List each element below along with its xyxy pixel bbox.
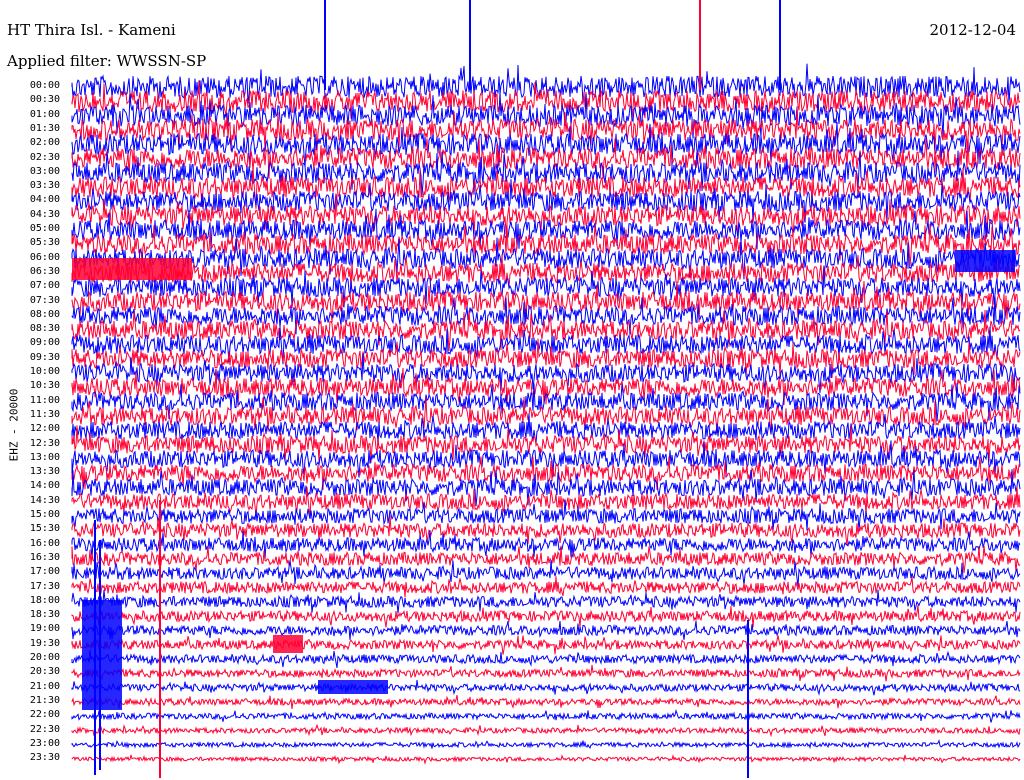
time-label: 13:00: [29, 451, 60, 463]
time-label: 08:00: [29, 308, 60, 320]
event-burst: [955, 250, 1015, 272]
time-label: 04:00: [29, 194, 60, 206]
time-label: 14:00: [29, 480, 60, 492]
time-label: 02:00: [29, 137, 60, 149]
time-label: 19:00: [29, 623, 60, 635]
time-label: 17:30: [29, 580, 60, 592]
time-label: 21:30: [29, 694, 60, 706]
time-label: 18:00: [29, 594, 60, 606]
trace-2330: [71, 754, 1021, 766]
time-label: 11:30: [29, 408, 60, 420]
time-label: 05:00: [29, 223, 60, 234]
time-label: 14:30: [29, 494, 60, 506]
time-label: 04:30: [29, 208, 60, 220]
event-burst: [273, 635, 303, 653]
time-label: 15:00: [29, 509, 60, 520]
time-label: 06:00: [29, 251, 60, 263]
time-label: 07:00: [29, 280, 60, 292]
time-label: 20:00: [29, 652, 60, 663]
time-label: 08:30: [29, 323, 60, 335]
time-label: 15:30: [29, 523, 60, 535]
time-label: 23:30: [29, 752, 60, 764]
time-label: 05:30: [29, 237, 60, 249]
time-label: 16:00: [29, 537, 60, 549]
time-label: 07:30: [29, 294, 60, 306]
record-date: 2012-12-04: [929, 21, 1016, 39]
trace-1700: [71, 559, 1021, 587]
event-burst: [318, 680, 388, 694]
trace-1830: [71, 605, 1021, 628]
time-label: 13:30: [29, 466, 60, 478]
time-label: 06:30: [29, 265, 60, 277]
time-label: 09:30: [29, 351, 60, 363]
trace-1800: [71, 589, 1021, 614]
time-label: 01:30: [29, 122, 60, 134]
trace-2100: [71, 679, 1021, 696]
trace-2300: [71, 739, 1021, 750]
time-label: 21:00: [29, 680, 60, 692]
trace-2000: [71, 649, 1021, 668]
trace-2030: [71, 664, 1021, 682]
time-label: 10:00: [29, 366, 60, 377]
trace-2200: [71, 708, 1021, 723]
trace-1930: [71, 635, 1021, 655]
trace-2230: [71, 723, 1021, 738]
event-burst: [82, 600, 122, 710]
time-label: 02:30: [29, 151, 60, 163]
time-label: 16:30: [29, 551, 60, 563]
filter-label: Applied filter: WWSSN-SP: [7, 52, 207, 70]
time-label: 09:00: [29, 337, 60, 349]
time-label: 22:30: [29, 723, 60, 735]
time-label: 23:00: [29, 737, 60, 749]
time-label: 00:30: [29, 94, 60, 106]
time-label: 18:30: [29, 609, 60, 621]
time-label: 10:30: [29, 380, 60, 392]
time-label: 17:00: [29, 566, 60, 578]
trace-1900: [71, 620, 1021, 640]
time-label: 03:30: [29, 180, 60, 192]
time-label: 12:30: [29, 437, 60, 449]
time-label: 19:30: [29, 637, 60, 649]
time-label: 20:30: [29, 666, 60, 678]
trace-1600: [71, 530, 1021, 560]
time-label: 03:00: [29, 165, 60, 177]
trace-2130: [71, 694, 1021, 709]
event-burst: [72, 258, 192, 280]
time-label: 11:00: [29, 394, 60, 406]
time-label: 12:00: [29, 423, 60, 435]
time-label: 01:00: [29, 108, 60, 120]
station-title: HT Thira Isl. - Kameni: [7, 21, 176, 39]
time-label: 00:00: [29, 80, 60, 91]
time-label: 22:00: [29, 709, 60, 721]
seismogram-plot: [71, 0, 1021, 778]
